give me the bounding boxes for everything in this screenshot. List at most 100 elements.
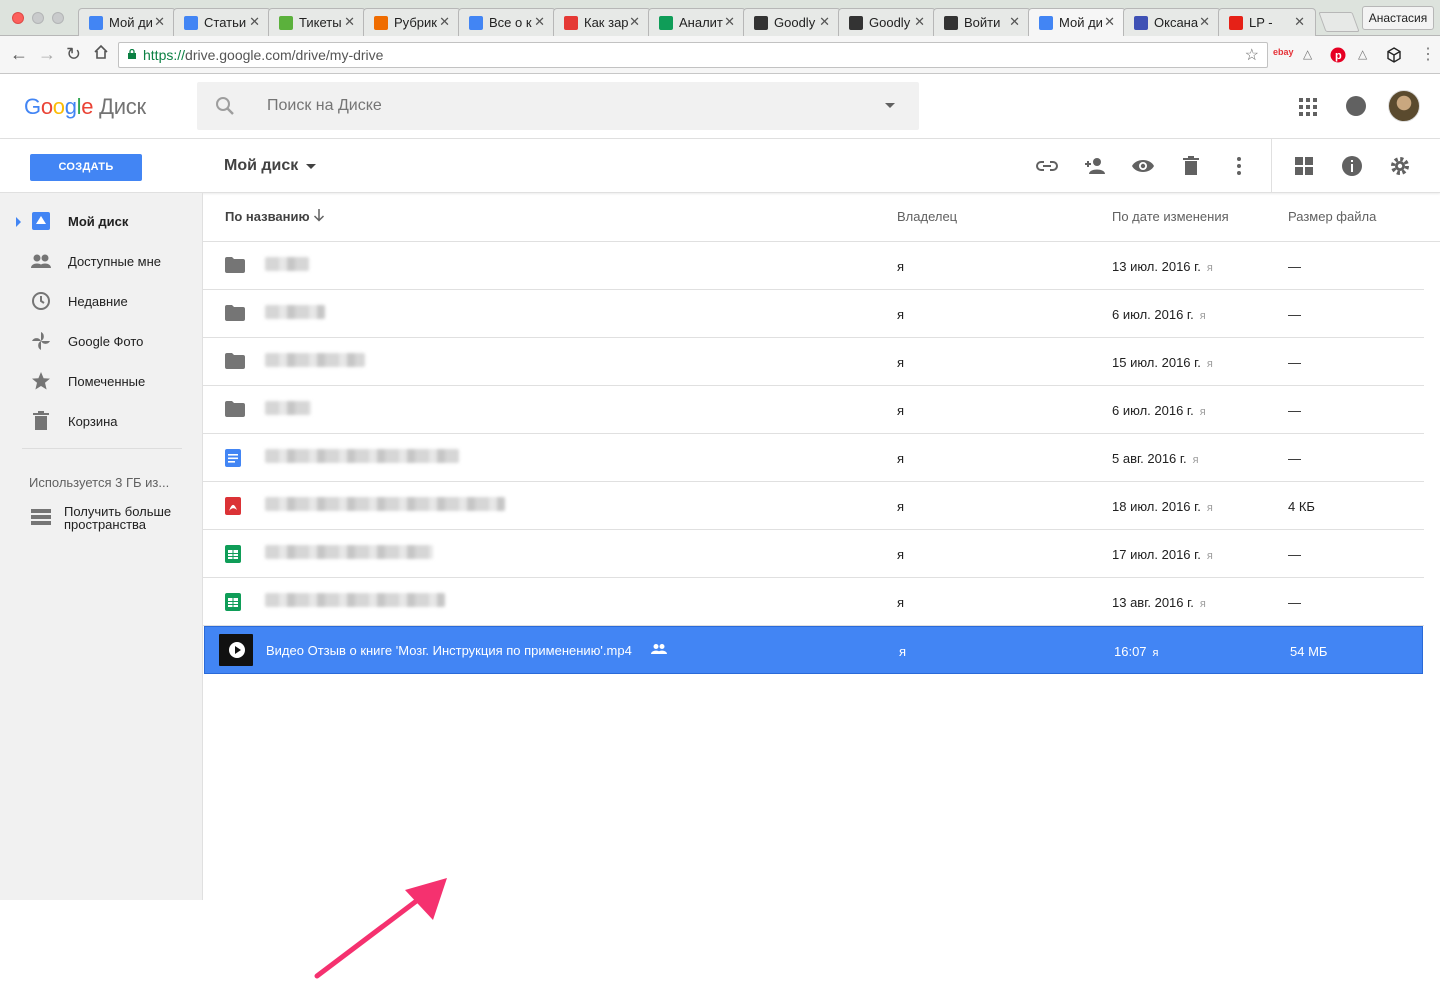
sidebar-item-my-drive[interactable]: Мой диск <box>0 203 203 239</box>
share-add-person-icon[interactable] <box>1083 154 1107 178</box>
browser-tab[interactable]: Аналит ✕ <box>648 8 746 36</box>
sidebar-item-shared-with-me[interactable]: Доступные мне <box>0 243 203 279</box>
file-size: — <box>1288 595 1301 610</box>
sidebar-item-recent[interactable]: Недавние <box>0 283 203 319</box>
file-row[interactable]: я 6 июл. 2016 г. я — <box>203 290 1424 338</box>
helpdesk-icon <box>279 16 293 30</box>
column-owner-header[interactable]: Владелец <box>897 209 957 224</box>
browser-tab[interactable]: Статьи ✕ <box>173 8 271 36</box>
new-tab-button[interactable] <box>1318 12 1360 32</box>
address-bar[interactable]: https://drive.google.com/drive/my-drive … <box>118 42 1268 68</box>
settings-gear-icon[interactable] <box>1388 154 1412 178</box>
file-size: — <box>1288 307 1301 322</box>
file-list-header: По названию Владелец По дате изменения Р… <box>203 193 1440 242</box>
browser-tab[interactable]: Рубрик ✕ <box>363 8 461 36</box>
breadcrumb-dropdown-icon[interactable] <box>306 164 316 169</box>
delete-trash-icon[interactable] <box>1179 154 1203 178</box>
expand-arrow-icon[interactable] <box>16 217 21 227</box>
window-minimize-button[interactable] <box>32 12 44 24</box>
close-tab-icon[interactable]: ✕ <box>249 14 260 30</box>
browser-tab[interactable]: Тикеты ✕ <box>268 8 366 36</box>
close-tab-icon[interactable]: ✕ <box>1199 14 1210 30</box>
drive-extension-icon[interactable]: △ <box>1358 47 1367 61</box>
search-box[interactable] <box>197 82 919 130</box>
column-size-header[interactable]: Размер файла <box>1288 209 1376 224</box>
window-close-button[interactable] <box>12 12 24 24</box>
browser-tab[interactable]: LP - ✕ <box>1218 8 1316 36</box>
file-row[interactable]: я 17 июл. 2016 г. я — <box>203 530 1424 578</box>
forward-icon[interactable]: → <box>38 44 56 64</box>
cube-extension-icon[interactable] <box>1386 47 1402 66</box>
pinterest-icon[interactable]: p <box>1330 47 1346 66</box>
close-tab-icon[interactable]: ✕ <box>724 14 735 30</box>
folder-icon <box>225 305 245 323</box>
close-tab-icon[interactable]: ✕ <box>1294 14 1305 30</box>
file-name-redacted <box>265 497 505 511</box>
browser-tab[interactable]: Goodly ✕ <box>838 8 936 36</box>
get-link-icon[interactable] <box>1035 154 1059 178</box>
browser-tab[interactable]: Как зар ✕ <box>553 8 651 36</box>
search-input[interactable] <box>267 94 867 118</box>
file-row[interactable]: я 13 июл. 2016 г. я — <box>203 242 1424 290</box>
browser-tab[interactable]: Войти ✕ <box>933 8 1031 36</box>
profile-button[interactable]: Анастасия <box>1362 6 1434 30</box>
details-info-icon[interactable] <box>1340 154 1364 178</box>
notifications-bell-icon[interactable] <box>1346 96 1366 116</box>
file-name-redacted <box>265 449 459 463</box>
home-icon[interactable] <box>93 44 109 64</box>
close-tab-icon[interactable]: ✕ <box>534 14 545 30</box>
play-icon <box>229 642 245 658</box>
search-icon[interactable] <box>215 96 235 116</box>
file-owner: я <box>897 355 905 370</box>
file-row[interactable]: я 13 авг. 2016 г. я — <box>203 578 1424 626</box>
apps-grid-icon[interactable] <box>1299 98 1317 116</box>
file-row[interactable]: я 6 июл. 2016 г. я — <box>203 386 1424 434</box>
file-row[interactable]: я 5 авг. 2016 г. я — <box>203 434 1424 482</box>
google-drive-icon <box>1039 16 1053 30</box>
grid-view-icon[interactable] <box>1292 154 1316 178</box>
breadcrumb-my-drive[interactable]: Мой диск <box>224 157 298 175</box>
more-actions-icon[interactable] <box>1227 154 1251 178</box>
close-tab-icon[interactable]: ✕ <box>1009 14 1020 30</box>
get-more-storage-link[interactable]: Получить больше пространства <box>30 505 190 535</box>
close-tab-icon[interactable]: ✕ <box>1104 14 1115 30</box>
browser-tab[interactable]: Все о к ✕ <box>458 8 556 36</box>
create-button[interactable]: СОЗДАТЬ <box>30 154 142 181</box>
search-options-dropdown-icon[interactable] <box>885 103 895 108</box>
chrome-menu-icon[interactable]: ⋮ <box>1420 44 1436 64</box>
window-zoom-button[interactable] <box>52 12 64 24</box>
bookmark-star-icon[interactable]: ☆ <box>1245 45 1259 65</box>
browser-tab-label: Мой ди <box>109 15 153 30</box>
account-avatar[interactable] <box>1388 90 1420 122</box>
close-tab-icon[interactable]: ✕ <box>344 14 355 30</box>
reload-icon[interactable]: ↻ <box>66 44 81 64</box>
column-modified-header[interactable]: По дате изменения <box>1112 209 1229 224</box>
preview-eye-icon[interactable] <box>1131 154 1155 178</box>
close-tab-icon[interactable]: ✕ <box>819 14 830 30</box>
browser-toolbar: ← → ↻ https://drive.google.com/drive/my-… <box>0 36 1440 74</box>
browser-tab[interactable]: Goodly ✕ <box>743 8 841 36</box>
browser-tab[interactable]: Оксана ✕ <box>1123 8 1221 36</box>
column-name-header[interactable]: По названию <box>225 209 310 224</box>
file-modified: 6 июл. 2016 г. я <box>1112 307 1206 322</box>
sidebar-item-trash[interactable]: Корзина <box>0 403 203 439</box>
sidebar: Мой диск Доступные мне Недавние Google Ф… <box>0 193 203 900</box>
file-row-selected[interactable]: Видео Отзыв о книге 'Мозг. Инструкция по… <box>204 626 1423 674</box>
close-tab-icon[interactable]: ✕ <box>914 14 925 30</box>
ebay-extension-icon[interactable]: ebay <box>1273 47 1294 57</box>
video-thumbnail <box>219 634 253 666</box>
file-row[interactable]: я 15 июл. 2016 г. я — <box>203 338 1424 386</box>
google-drive-logo[interactable]: Google Диск <box>24 94 146 120</box>
close-tab-icon[interactable]: ✕ <box>439 14 450 30</box>
sidebar-item-starred[interactable]: Помеченные <box>0 363 203 399</box>
sidebar-item-google-photos[interactable]: Google Фото <box>0 323 203 359</box>
close-tab-icon[interactable]: ✕ <box>629 14 640 30</box>
sort-arrow-down-icon[interactable] <box>313 208 325 222</box>
back-icon[interactable]: ← <box>10 44 28 64</box>
extension-icon[interactable]: △ <box>1303 47 1312 61</box>
close-tab-icon[interactable]: ✕ <box>154 14 165 30</box>
browser-tab-label: Goodly <box>869 15 911 30</box>
browser-tab[interactable]: Мой ди ✕ <box>78 8 176 36</box>
file-row[interactable]: я 18 июл. 2016 г. я 4 КБ <box>203 482 1424 530</box>
browser-tab[interactable]: Мой ди ✕ <box>1028 8 1126 37</box>
